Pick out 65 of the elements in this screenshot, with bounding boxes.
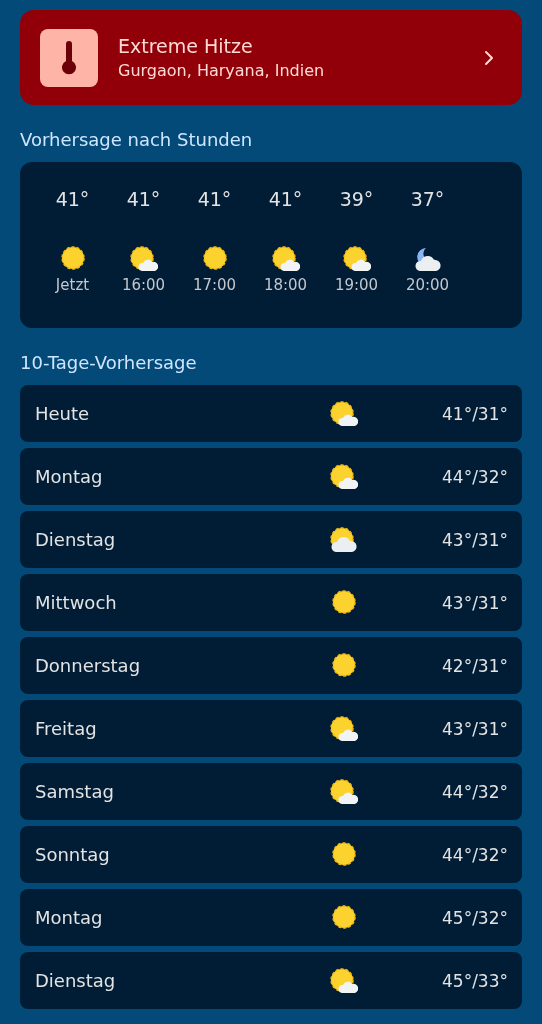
hour-temperature: 41° [126, 188, 161, 210]
day-name: Montag [35, 466, 104, 487]
day-temperatures: 44°/32° [442, 466, 508, 487]
section-heading: 10-Tage-Vorhersage [20, 352, 198, 373]
cloud-sun-icon [330, 526, 358, 553]
day-temperatures: 45°/33° [442, 970, 508, 991]
alert-card[interactable]: Extreme Hitze Gurgaon, Haryana, Indien [20, 10, 522, 105]
day-row[interactable]: Montag 45°/32° [20, 889, 522, 946]
sun-icon [200, 246, 229, 272]
sun-cloud-icon [129, 246, 158, 272]
day-name: Mittwoch [35, 592, 118, 613]
moon-cloud-icon [413, 246, 442, 272]
sun-cloud-icon [330, 967, 358, 994]
day-temperatures: 44°/32° [442, 844, 508, 865]
sun-icon [58, 246, 87, 272]
day-name: Heute [35, 403, 91, 424]
day-row[interactable]: Dienstag 43°/31° [20, 511, 522, 568]
alert-title: Extreme Hitze [118, 35, 254, 57]
day-temperatures: 42°/31° [442, 655, 508, 676]
hour-temperature: 41° [268, 188, 303, 210]
sun-icon [330, 589, 358, 616]
day-temperatures: 41°/31° [442, 403, 508, 424]
day-name: Dienstag [35, 529, 117, 550]
day-name: Freitag [35, 718, 98, 739]
day-temperatures: 43°/31° [442, 592, 508, 613]
sun-cloud-icon [330, 400, 358, 427]
hour-temperature: 37° [410, 188, 445, 210]
day-name: Samstag [35, 781, 115, 802]
thermometer-icon [40, 28, 98, 87]
day-temperatures: 44°/32° [442, 781, 508, 802]
hour-temperature: 41° [197, 188, 232, 210]
day-temperatures: 43°/31° [442, 529, 508, 550]
hour-time: 16:00 [121, 276, 166, 294]
day-row[interactable]: Samstag 44°/32° [20, 763, 522, 820]
hour-time: 17:00 [192, 276, 237, 294]
day-temperatures: 45°/32° [442, 907, 508, 928]
day-row[interactable]: Mittwoch 43°/31° [20, 574, 522, 631]
sun-cloud-icon [330, 463, 358, 490]
hour-time: 18:00 [263, 276, 308, 294]
day-row[interactable]: Freitag 43°/31° [20, 700, 522, 757]
hour-time: 19:00 [334, 276, 379, 294]
day-row[interactable]: Donnerstag 42°/31° [20, 637, 522, 694]
day-name: Montag [35, 907, 104, 928]
hour-time: 20:00 [405, 276, 450, 294]
day-temperatures: 43°/31° [442, 718, 508, 739]
alert-location: Gurgaon, Haryana, Indien [118, 61, 326, 80]
sun-cloud-icon [271, 246, 300, 272]
sun-cloud-icon [330, 715, 358, 742]
day-row[interactable]: Dienstag 45°/33° [20, 952, 522, 1009]
day-row[interactable]: Montag 44°/32° [20, 448, 522, 505]
sun-icon [330, 841, 358, 868]
section-heading: Vorhersage nach Stunden [20, 129, 254, 150]
sun-cloud-icon [342, 246, 371, 272]
day-row[interactable]: Heute 41°/31° [20, 385, 522, 442]
sun-icon [330, 904, 358, 931]
sun-cloud-icon [330, 778, 358, 805]
hour-time: Jetzt [55, 276, 90, 294]
day-name: Dienstag [35, 970, 117, 991]
chevron-icon [484, 49, 494, 66]
day-row[interactable]: Sonntag 44°/32° [20, 826, 522, 883]
sun-icon [330, 652, 358, 679]
hour-temperature: 39° [339, 188, 374, 210]
day-name: Sonntag [35, 844, 111, 865]
day-name: Donnerstag [35, 655, 142, 676]
hour-temperature: 41° [55, 188, 90, 210]
